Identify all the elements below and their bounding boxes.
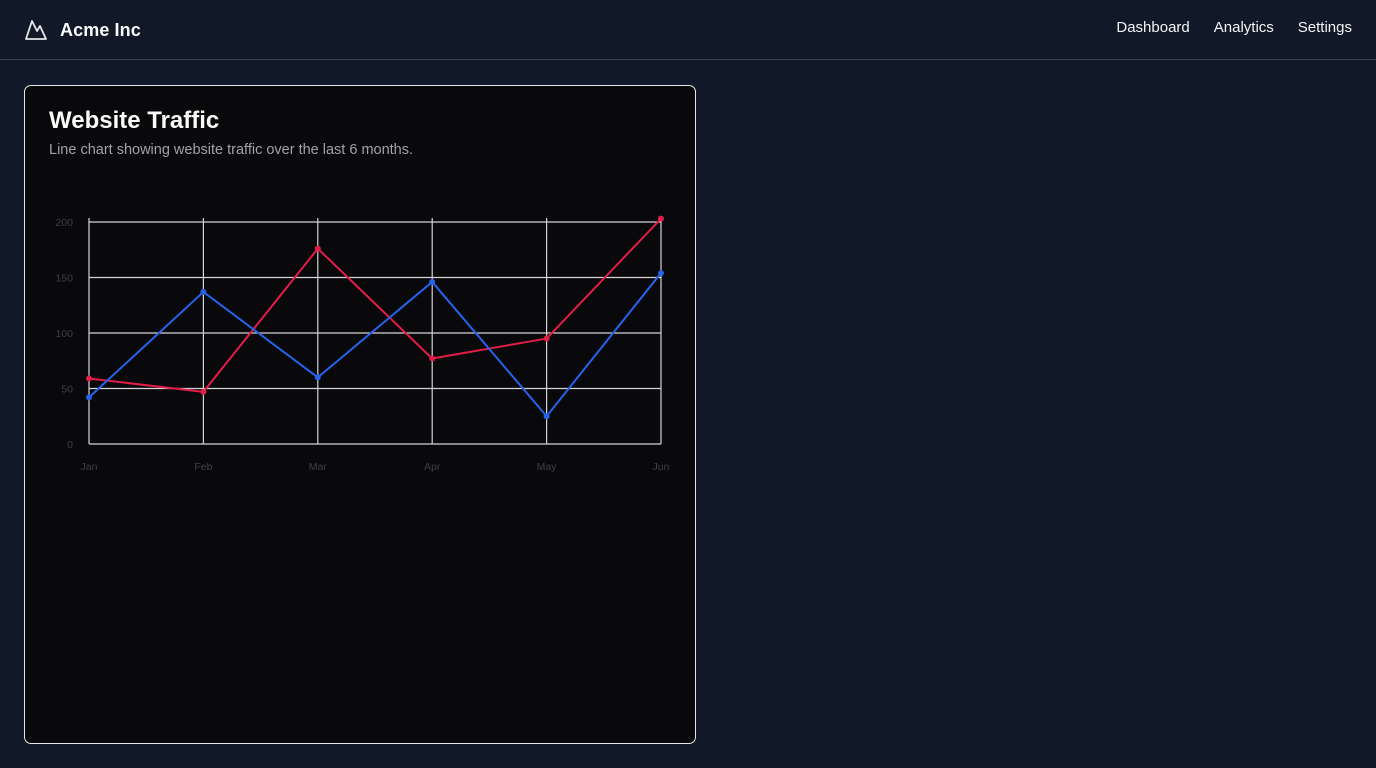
y-tick-label: 200 bbox=[55, 217, 73, 229]
series-2-point bbox=[200, 288, 207, 295]
series-line-1 bbox=[88, 217, 662, 393]
chart-grid bbox=[88, 218, 662, 445]
series-1-point bbox=[429, 355, 436, 362]
x-axis-ticks: Jan Feb Mar Apr May Jun bbox=[81, 461, 670, 473]
series-2-point bbox=[86, 394, 92, 401]
mountain-icon bbox=[25, 20, 47, 40]
series-1-point bbox=[200, 388, 207, 395]
top-navigation-bar: Acme Inc Dashboard Analytics Settings bbox=[0, 0, 1376, 60]
series-2-point bbox=[314, 374, 321, 381]
y-tick-label: 150 bbox=[55, 273, 73, 285]
series-2-point bbox=[543, 413, 550, 420]
traffic-line-chart: 0 50 100 150 200 Jan Feb Mar Apr May Jun bbox=[55, 215, 670, 473]
main-nav: Dashboard Analytics Settings bbox=[1116, 19, 1352, 36]
y-axis-ticks: 0 50 100 150 200 bbox=[55, 217, 73, 451]
website-traffic-card: Website Traffic Line chart showing websi… bbox=[24, 85, 696, 744]
series-1-point bbox=[314, 245, 321, 252]
nav-link-dashboard[interactable]: Dashboard bbox=[1116, 19, 1189, 36]
y-tick-label: 0 bbox=[67, 439, 73, 451]
x-tick-label: Jan bbox=[81, 461, 98, 473]
series-2-point bbox=[429, 278, 436, 285]
series-1-point bbox=[86, 375, 92, 382]
x-tick-label: Mar bbox=[309, 461, 328, 473]
nav-link-analytics[interactable]: Analytics bbox=[1214, 19, 1274, 36]
x-tick-label: Feb bbox=[194, 461, 212, 473]
x-tick-label: May bbox=[537, 461, 558, 473]
brand-name: Acme Inc bbox=[60, 19, 141, 40]
x-tick-label: Apr bbox=[424, 461, 441, 473]
x-tick-label: Jun bbox=[653, 461, 670, 473]
y-tick-label: 100 bbox=[55, 328, 73, 340]
series-1-point bbox=[543, 335, 550, 342]
series-2-point bbox=[658, 270, 664, 277]
nav-link-settings[interactable]: Settings bbox=[1298, 19, 1352, 36]
y-tick-label: 50 bbox=[61, 384, 73, 396]
series-line-2 bbox=[88, 272, 662, 418]
series-1-point bbox=[658, 215, 664, 222]
brand-link[interactable]: Acme Inc bbox=[24, 18, 141, 42]
